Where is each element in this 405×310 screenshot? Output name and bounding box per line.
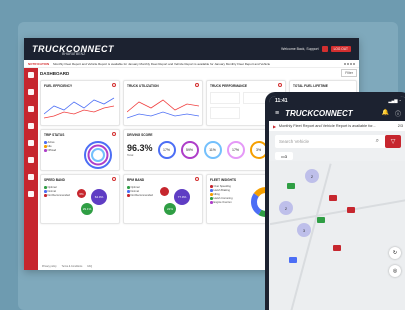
- user-icon[interactable]: [321, 46, 328, 52]
- document-icon[interactable]: [28, 174, 34, 180]
- notification-bar: NOTIFICATION Monthly Fleet Report and Ve…: [24, 60, 359, 68]
- score-ring: 17%: [157, 141, 176, 159]
- dashboard-icon[interactable]: [28, 72, 34, 78]
- alert-icon[interactable]: [28, 140, 34, 146]
- phone-header: ≡ TRUCKCONNECT 🔔 ⓘ: [269, 105, 405, 121]
- map-view[interactable]: 2 2 3 ↻ ◎: [269, 161, 405, 310]
- card-title: FUEL EFFICIENCY: [44, 84, 73, 88]
- map-cluster[interactable]: 2: [305, 169, 319, 183]
- rpm-band-card[interactable]: RPM BAND Optimal Normal Not Recommended …: [123, 174, 203, 224]
- speed-bubble: 6%: [77, 189, 86, 198]
- sidebar: [24, 68, 38, 270]
- map-cluster[interactable]: 2: [279, 201, 293, 215]
- speed-bubble: 29.1%: [81, 203, 93, 215]
- welcome-text: Welcome Back, Support: [281, 47, 319, 51]
- info-icon[interactable]: [112, 83, 116, 87]
- truck-icon[interactable]: [28, 89, 34, 95]
- phone-notification-page: 2/3: [397, 124, 403, 128]
- footer-link-terms[interactable]: Terms & Conditions: [62, 265, 83, 268]
- truck-marker-icon[interactable]: [333, 245, 341, 251]
- notification-tag: NOTIFICATION: [28, 61, 50, 66]
- menu-icon[interactable]: ≡: [275, 110, 279, 117]
- megaphone-icon: ▶: [273, 124, 276, 129]
- card-title: TRIP STATUS: [44, 133, 65, 137]
- page-title: DASHBOARD: [40, 70, 70, 76]
- settings-icon[interactable]: [28, 191, 34, 197]
- footer-link-privacy[interactable]: Privacy policy: [42, 265, 57, 268]
- logout-button[interactable]: LOG OUT: [330, 46, 351, 52]
- trip-status-card[interactable]: TRIP STATUS Active Idle Offroad: [40, 129, 120, 171]
- info-icon[interactable]: [112, 177, 116, 181]
- route-icon[interactable]: [28, 106, 34, 112]
- top-bar: TRUCKCONNECT BHARATBENZ Welcome Back, Su…: [24, 38, 359, 60]
- truck-marker-icon[interactable]: [287, 183, 295, 189]
- fuel-efficiency-card[interactable]: FUEL EFFICIENCY: [40, 80, 120, 126]
- speed-bubble: 64.9%: [91, 189, 107, 205]
- phone-time: 11:41: [275, 97, 288, 104]
- rpm-bubble: 22%: [164, 203, 176, 215]
- welcome-area: Welcome Back, Support LOG OUT: [281, 46, 351, 52]
- fuel-line-chart: [43, 97, 115, 119]
- truck-marker-icon[interactable]: [347, 207, 355, 213]
- card-title: TRUCK PERFORMANCE: [210, 84, 248, 88]
- perf-tile: [210, 107, 240, 119]
- truck-utilization-card[interactable]: TRUCK UTILIZATION: [123, 80, 203, 126]
- card-title: RPM BAND: [127, 178, 145, 182]
- phone-frame: 11:41 ▂▄▆ ◔ ≡ TRUCKCONNECT 🔔 ⓘ ▶ Monthly…: [265, 92, 405, 310]
- app-logo-sub: BHARATBENZ: [62, 52, 86, 56]
- perf-tile: [210, 92, 240, 104]
- filter-icon[interactable]: ▽: [385, 135, 401, 148]
- truck-marker-icon[interactable]: [289, 257, 297, 263]
- pagination-dots[interactable]: [344, 62, 355, 65]
- locate-icon[interactable]: ◎: [389, 265, 401, 277]
- notification-text[interactable]: Monthly Fleet Report and Vehicle Report …: [53, 62, 270, 66]
- card-title: TOTAL FUEL LIFETIME: [293, 84, 328, 88]
- refresh-icon[interactable]: ↻: [389, 247, 401, 259]
- signal-icon: ▂▄▆ ◔: [388, 98, 401, 103]
- phone-logo: TRUCKCONNECT: [285, 108, 353, 118]
- score-ring: 17%: [226, 141, 245, 159]
- driving-score-value: 96.3%: [127, 143, 153, 153]
- driver-icon[interactable]: [28, 157, 34, 163]
- info-icon[interactable]: [195, 177, 199, 181]
- info-icon[interactable]: [195, 83, 199, 87]
- rpm-bubble-small: [160, 187, 169, 196]
- truck-marker-icon[interactable]: [317, 217, 325, 223]
- phone-notification[interactable]: ▶ Monthly Fleet Report and Vehicle Repor…: [269, 121, 405, 131]
- vehicle-count-chip[interactable]: ▭ 3: [275, 152, 293, 160]
- phone-status-bar: 11:41 ▂▄▆ ◔: [269, 96, 405, 105]
- utilization-chart: [126, 99, 200, 119]
- search-icon[interactable]: ⌕: [376, 138, 379, 145]
- score-ring: 59%: [180, 141, 199, 159]
- trip-ring-chart: [84, 141, 112, 169]
- report-icon[interactable]: [28, 123, 34, 129]
- driving-score-label: Total: [127, 153, 134, 157]
- footer-link-faq[interactable]: FAQ: [87, 265, 92, 268]
- rpm-bubble: 77.9%: [174, 189, 190, 205]
- speed-band-card[interactable]: SPEED BAND Optimal Normal Not Recommende…: [40, 174, 120, 224]
- info-icon[interactable]: ⓘ: [395, 109, 401, 118]
- search-input[interactable]: Search Vehicle: [279, 139, 309, 144]
- map-cluster[interactable]: 3: [297, 223, 311, 237]
- vehicle-search[interactable]: Search Vehicle ⌕ ▽: [275, 135, 401, 148]
- card-title: SPEED BAND: [44, 178, 65, 182]
- info-icon[interactable]: [112, 132, 116, 136]
- truck-marker-icon[interactable]: [329, 195, 337, 201]
- bell-icon[interactable]: 🔔: [382, 109, 389, 118]
- score-ring: 11%: [203, 141, 222, 159]
- card-title: TRUCK UTILIZATION: [127, 84, 159, 88]
- filter-button[interactable]: Filter: [341, 69, 357, 77]
- info-icon[interactable]: [278, 83, 282, 87]
- phone-notification-text: Monthly Fleet Report and Vehicle Report …: [278, 124, 376, 128]
